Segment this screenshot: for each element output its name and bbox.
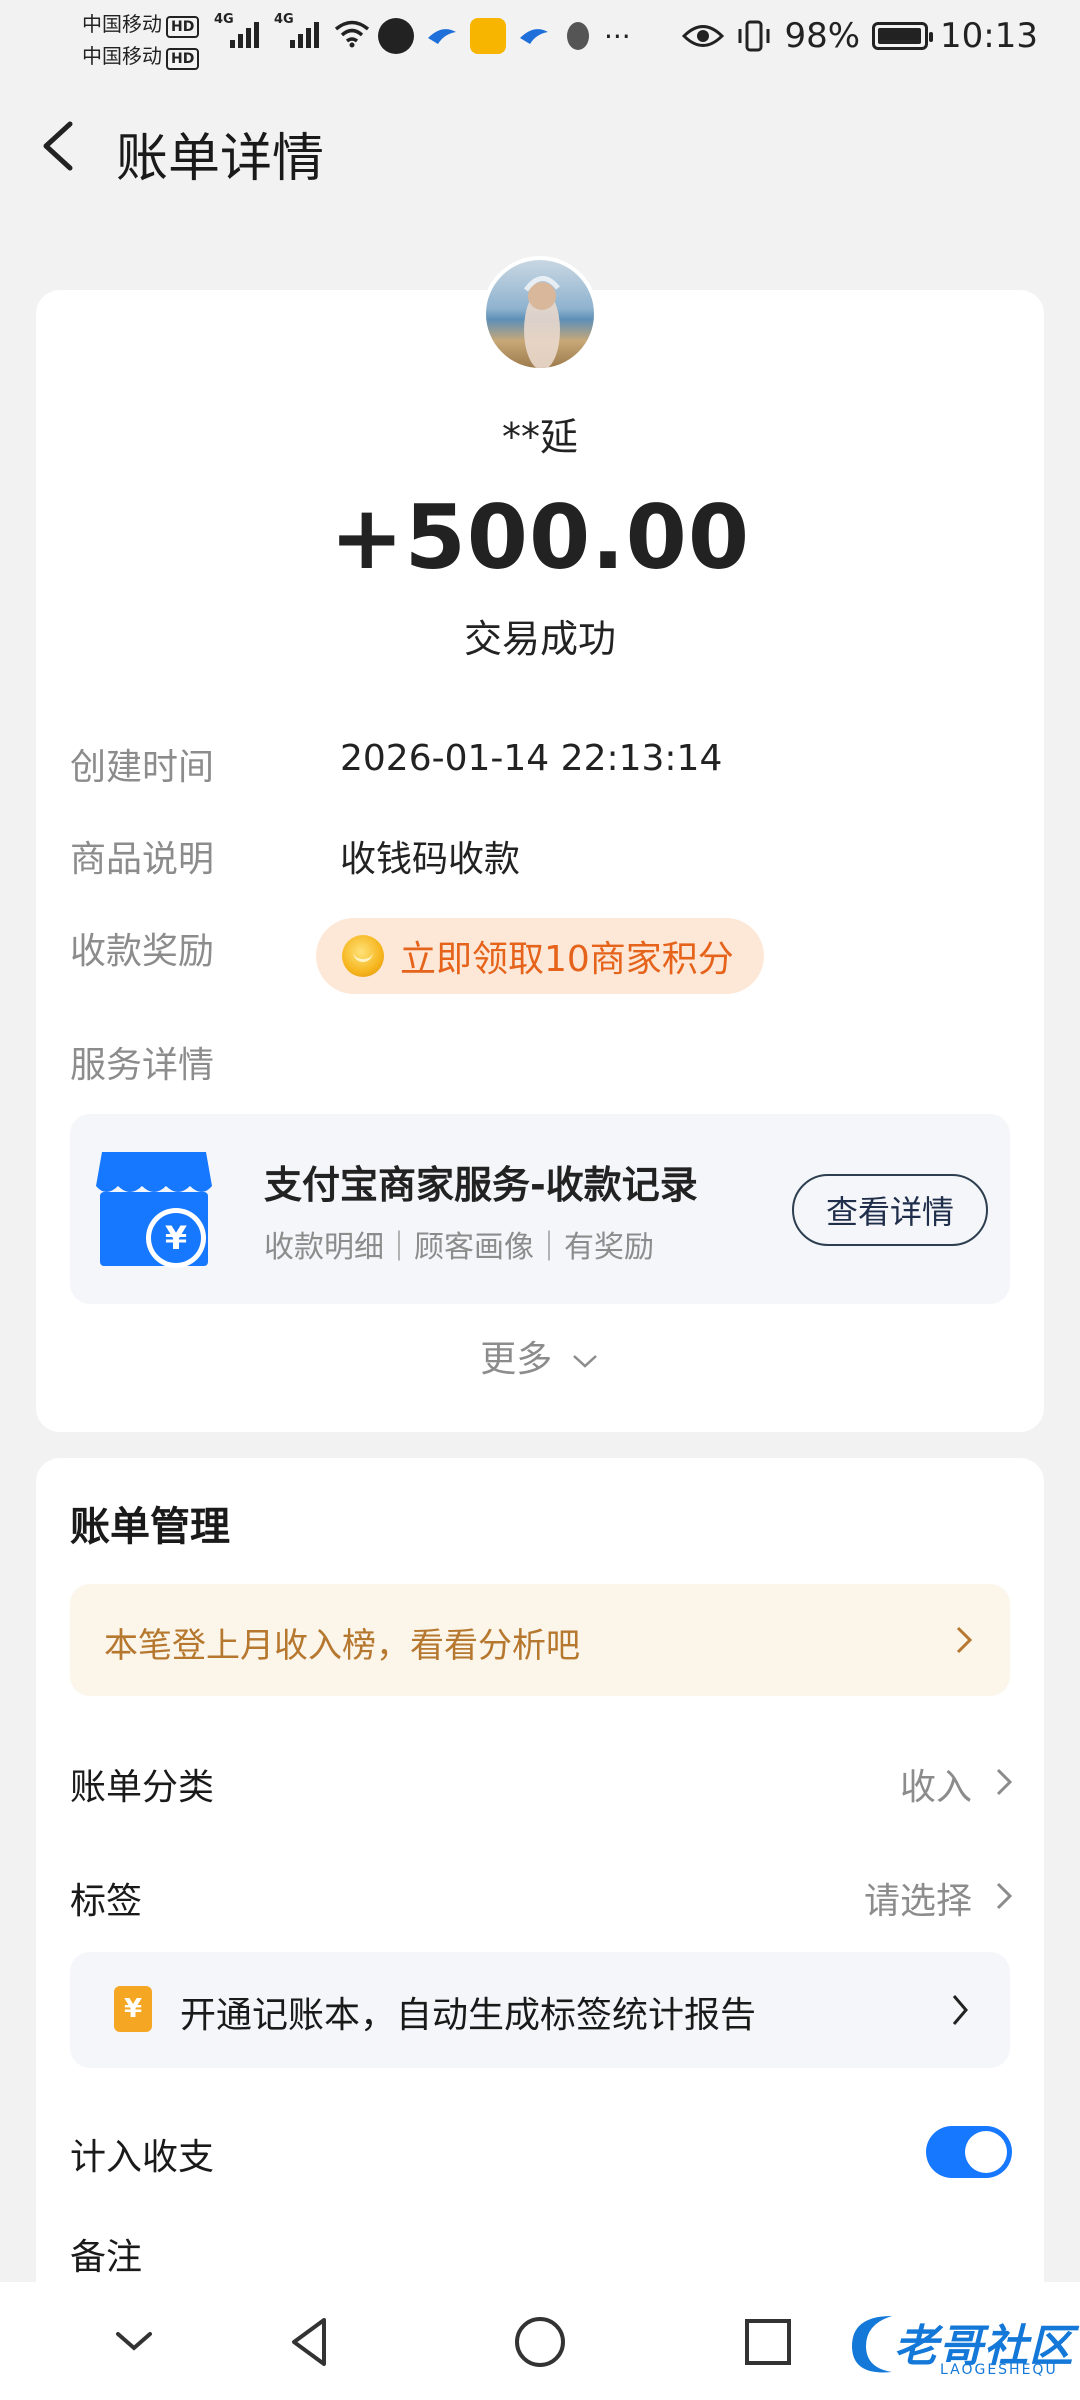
qq-icon [567,22,589,50]
more-notifications-icon: ··· [604,19,631,53]
bird-app-icon [520,29,548,44]
bill-category-value[interactable]: 收入 [900,1758,972,1810]
note-label: 备注 [70,2237,143,2278]
more-button[interactable]: 更多 [0,1330,1080,1382]
carrier-1: 中国移动 HD [82,8,200,38]
chevron-right-icon [952,1995,968,2025]
description-value: 收钱码收款 [340,839,521,880]
battery-icon [872,22,934,50]
claim-reward-text: 立即领取10商家积分 [400,939,734,980]
merchant-store-icon: ¥ [96,1152,212,1268]
claim-reward-button[interactable]: 立即领取10商家积分 [316,918,764,994]
reward-label: 收款奖励 [70,931,215,972]
bill-management-title: 账单管理 [70,1504,230,1550]
created-time-label: 创建时间 [70,747,215,788]
hd-badge: HD [166,16,200,38]
avatar[interactable] [482,256,598,372]
carrier-2-name: 中国移动 [82,44,162,68]
page-title: 账单详情 [116,129,325,189]
watermark-subtext: LAOGESHEQU [940,2362,1058,2378]
battery-percent: 98% [784,16,861,56]
open-ledger-promo[interactable]: ¥ 开通记账本，自动生成标签统计报告 [70,1952,1010,2068]
description-label: 商品说明 [70,839,215,880]
watermark-logo: 老哥社区 LAOGESHEQU [842,2302,1078,2386]
service-title: 支付宝商家服务-收款记录 [264,1163,698,1207]
chevron-down-icon [572,1355,597,1368]
view-details-button[interactable]: 查看详情 [792,1174,988,1246]
header: 账单详情 [0,96,1080,196]
include-in-stats-toggle[interactable] [926,2126,1012,2178]
toggle-knob [965,2131,1007,2173]
tag-label: 标签 [70,1881,143,1922]
dragon-icon [852,2316,892,2373]
more-label: 更多 [480,1339,553,1380]
yuan-symbol: ¥ [165,1219,187,1257]
vibrate-icon [738,20,770,52]
chevron-right-icon[interactable] [994,1880,1014,1912]
clock: 10:13 [940,16,1038,56]
signal-icon [290,22,319,48]
merchant-service-card[interactable]: ¥ 支付宝商家服务-收款记录 收款明细｜顾客画像｜有奖励 查看详情 [70,1114,1010,1304]
include-in-stats-label: 计入收支 [70,2137,215,2178]
collapse-nav-icon[interactable] [104,2312,164,2372]
status-bar: 中国移动 HD 中国移动 HD 4G 4G ··· 98% 10:13 [0,0,1080,72]
wifi-icon [334,20,370,48]
coin-icon [342,935,384,977]
nav-recents-icon[interactable] [738,2312,798,2372]
carrier-2: 中国移动 HD [82,40,200,70]
bill-detail-page: 中国移动 HD 中国移动 HD 4G 4G ··· 98% 10:13 账单详情… [0,0,1080,2400]
mail-icon [470,18,506,54]
battery-fill [878,28,922,44]
open-ledger-text: 开通记账本，自动生成标签统计报告 [180,1995,757,2036]
nav-back-icon[interactable] [280,2312,340,2372]
service-subtitle: 收款明细｜顾客画像｜有奖励 [264,1230,654,1265]
system-nav-bar: 老哥社区 LAOGESHEQU [0,2282,1080,2400]
status-right: 98% 10:13 [682,12,1038,60]
service-details-label: 服务详情 [70,1045,215,1086]
bird-app-icon [428,29,456,44]
created-time-value: 2026-01-14 22:13:14 [340,738,723,779]
income-ranking-banner[interactable]: 本笔登上月收入榜，看看分析吧 [70,1584,1010,1696]
signal-icon [230,22,259,48]
trade-status: 交易成功 [463,617,616,661]
back-icon[interactable] [34,118,84,174]
ledger-icon: ¥ [114,1986,152,2032]
notification-icons: ··· [378,18,631,54]
chevron-right-icon [956,1626,973,1654]
payer-name: **延 [501,415,578,459]
income-ranking-text: 本笔登上月收入榜，看看分析吧 [104,1626,580,1666]
chevron-right-icon[interactable] [994,1766,1014,1798]
carrier-1-name: 中国移动 [82,12,162,36]
hd-badge: HD [166,48,200,70]
tag-value[interactable]: 请选择 [864,1872,972,1924]
amount: +500.00 [329,486,751,589]
eye-icon [682,25,725,47]
nav-home-icon[interactable] [510,2312,570,2372]
bill-category-label: 账单分类 [70,1767,215,1808]
app-notification-icon [378,18,414,54]
